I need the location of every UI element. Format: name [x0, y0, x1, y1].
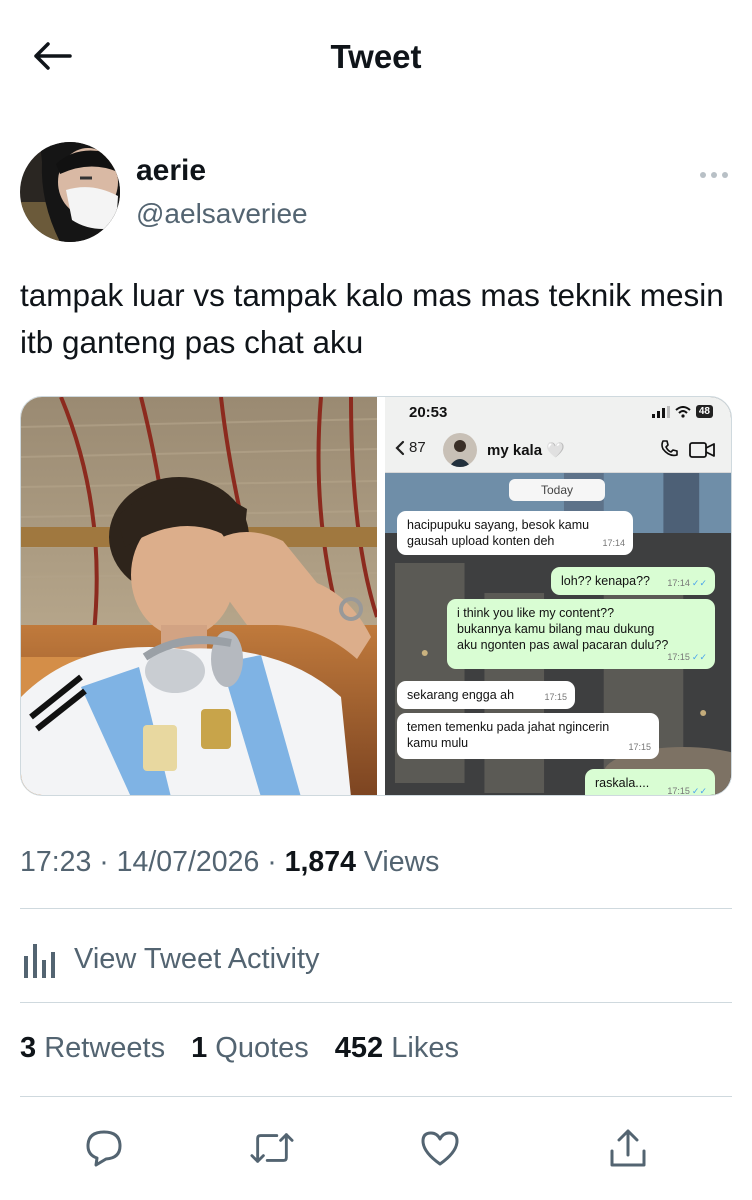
tweet-date: 14/07/2026: [116, 846, 260, 878]
message-meta: 17:14 ✓✓: [667, 575, 707, 591]
tweet-text: tampak luar vs tampak kalo mas mas tekni…: [20, 277, 724, 360]
retweets-count: 3: [20, 1032, 37, 1064]
call-button[interactable]: [659, 439, 679, 464]
share-icon: [610, 1129, 646, 1167]
quotes-stat[interactable]: 1 Quotes: [191, 1032, 309, 1065]
message-time: 17:15: [667, 786, 690, 795]
user-handle[interactable]: @aelsaveriee: [136, 198, 308, 230]
message-line: i think you like my content??: [457, 606, 615, 620]
message-line: hacipupuku sayang, besok kamu: [407, 518, 590, 532]
message-bubble: i think you like my content?? bukannya k…: [447, 599, 715, 669]
status-time: 20:53: [409, 404, 448, 421]
like-button[interactable]: [418, 1126, 462, 1170]
display-name[interactable]: aerie: [136, 154, 206, 188]
likes-label: Likes: [391, 1032, 459, 1064]
analytics-icon: [24, 944, 55, 978]
activity-label: View Tweet Activity: [74, 942, 320, 975]
tweet-media[interactable]: 20:53 48 87 my kala 🤍 Today hacipupuku s…: [20, 396, 732, 796]
more-dot-icon: [700, 172, 706, 178]
more-options-button[interactable]: [696, 164, 732, 186]
message-bubble: sekarang engga ah 17:15: [397, 681, 575, 709]
top-bar: Tweet: [0, 0, 752, 112]
retweets-stat[interactable]: 3 Retweets: [20, 1032, 165, 1065]
message-meta: 17:15 ✓✓: [667, 649, 707, 665]
message-line: gausah upload konten deh: [407, 534, 555, 548]
video-camera-icon: [689, 442, 715, 458]
avatar[interactable]: [20, 142, 120, 242]
message-time: 17:15: [628, 742, 651, 752]
message-bubble: temen temenku pada jahat ngincerin kamu …: [397, 713, 659, 759]
tweet-actions: [20, 1120, 732, 1176]
tweet-meta: 17:23 · 14/07/2026 · 1,874 Views: [20, 846, 439, 879]
message-meta: 17:15 ✓✓: [667, 783, 707, 795]
views-count: 1,874: [284, 846, 356, 878]
chat-screenshot[interactable]: 20:53 48 87 my kala 🤍 Today hacipupuku s…: [385, 397, 731, 795]
double-check-icon: ✓✓: [691, 786, 707, 795]
share-button[interactable]: [606, 1126, 650, 1170]
reply-icon: [86, 1130, 122, 1167]
message-time: 17:15: [667, 652, 690, 662]
video-call-button[interactable]: [689, 441, 715, 464]
chat-back[interactable]: 87: [395, 439, 426, 456]
battery-icon: 48: [695, 405, 713, 418]
view-tweet-activity-button[interactable]: View Tweet Activity: [20, 934, 320, 984]
divider: [20, 908, 732, 909]
media-photo[interactable]: [21, 397, 377, 795]
tweet-author: aerie @aelsaveriee: [20, 142, 732, 242]
wifi-icon: [675, 405, 691, 418]
divider: [20, 1096, 732, 1097]
chat-header: 87 my kala 🤍: [385, 427, 731, 473]
signal-icon: [651, 405, 670, 418]
date-divider: Today: [509, 479, 605, 501]
views-label: Views: [363, 846, 440, 878]
page-title: Tweet: [330, 38, 422, 75]
message-line: sekarang engga ah: [407, 688, 515, 702]
message-line: kamu mulu: [407, 736, 469, 750]
more-dot-icon: [722, 172, 728, 178]
reply-button[interactable]: [82, 1126, 126, 1170]
divider: [20, 1002, 732, 1003]
message-bubble: hacipupuku sayang, besok kamu gausah upl…: [397, 511, 633, 555]
quotes-label: Quotes: [215, 1032, 309, 1064]
message-line: bukannya kamu bilang mau dukung: [457, 622, 655, 636]
contact-name[interactable]: my kala 🤍: [487, 441, 565, 459]
unread-count: 87: [409, 439, 426, 456]
meta-separator: ·: [99, 846, 117, 878]
double-check-icon: ✓✓: [691, 578, 707, 588]
likes-stat[interactable]: 452 Likes: [335, 1032, 459, 1065]
message-time: 17:15: [544, 692, 567, 702]
chevron-left-icon: [395, 440, 405, 455]
message-bubble: raskala.... 17:15 ✓✓: [585, 769, 715, 795]
message-time: 17:14: [667, 578, 690, 588]
retweet-icon: [250, 1133, 294, 1163]
message-time: 17:14: [602, 538, 625, 548]
phone-icon: [661, 440, 678, 457]
likes-count: 452: [334, 1032, 384, 1064]
double-check-icon: ✓✓: [691, 652, 707, 662]
meta-separator: ·: [267, 846, 285, 878]
tweet-time: 17:23: [20, 846, 92, 878]
quotes-count: 1: [191, 1032, 208, 1064]
message-bubble: loh?? kenapa?? 17:14 ✓✓: [551, 567, 715, 595]
more-dot-icon: [711, 172, 717, 178]
retweets-label: Retweets: [44, 1032, 166, 1064]
engagement-stats: 3 Retweets 1 Quotes 452 Likes: [20, 1032, 459, 1065]
contact-avatar[interactable]: [443, 433, 477, 467]
phone-status-bar: 20:53 48: [385, 397, 731, 427]
message-line: temen temenku pada jahat ngincerin: [407, 720, 610, 734]
status-icons: 48: [651, 405, 713, 418]
heart-icon: [421, 1131, 459, 1166]
retweet-button[interactable]: [250, 1126, 294, 1170]
